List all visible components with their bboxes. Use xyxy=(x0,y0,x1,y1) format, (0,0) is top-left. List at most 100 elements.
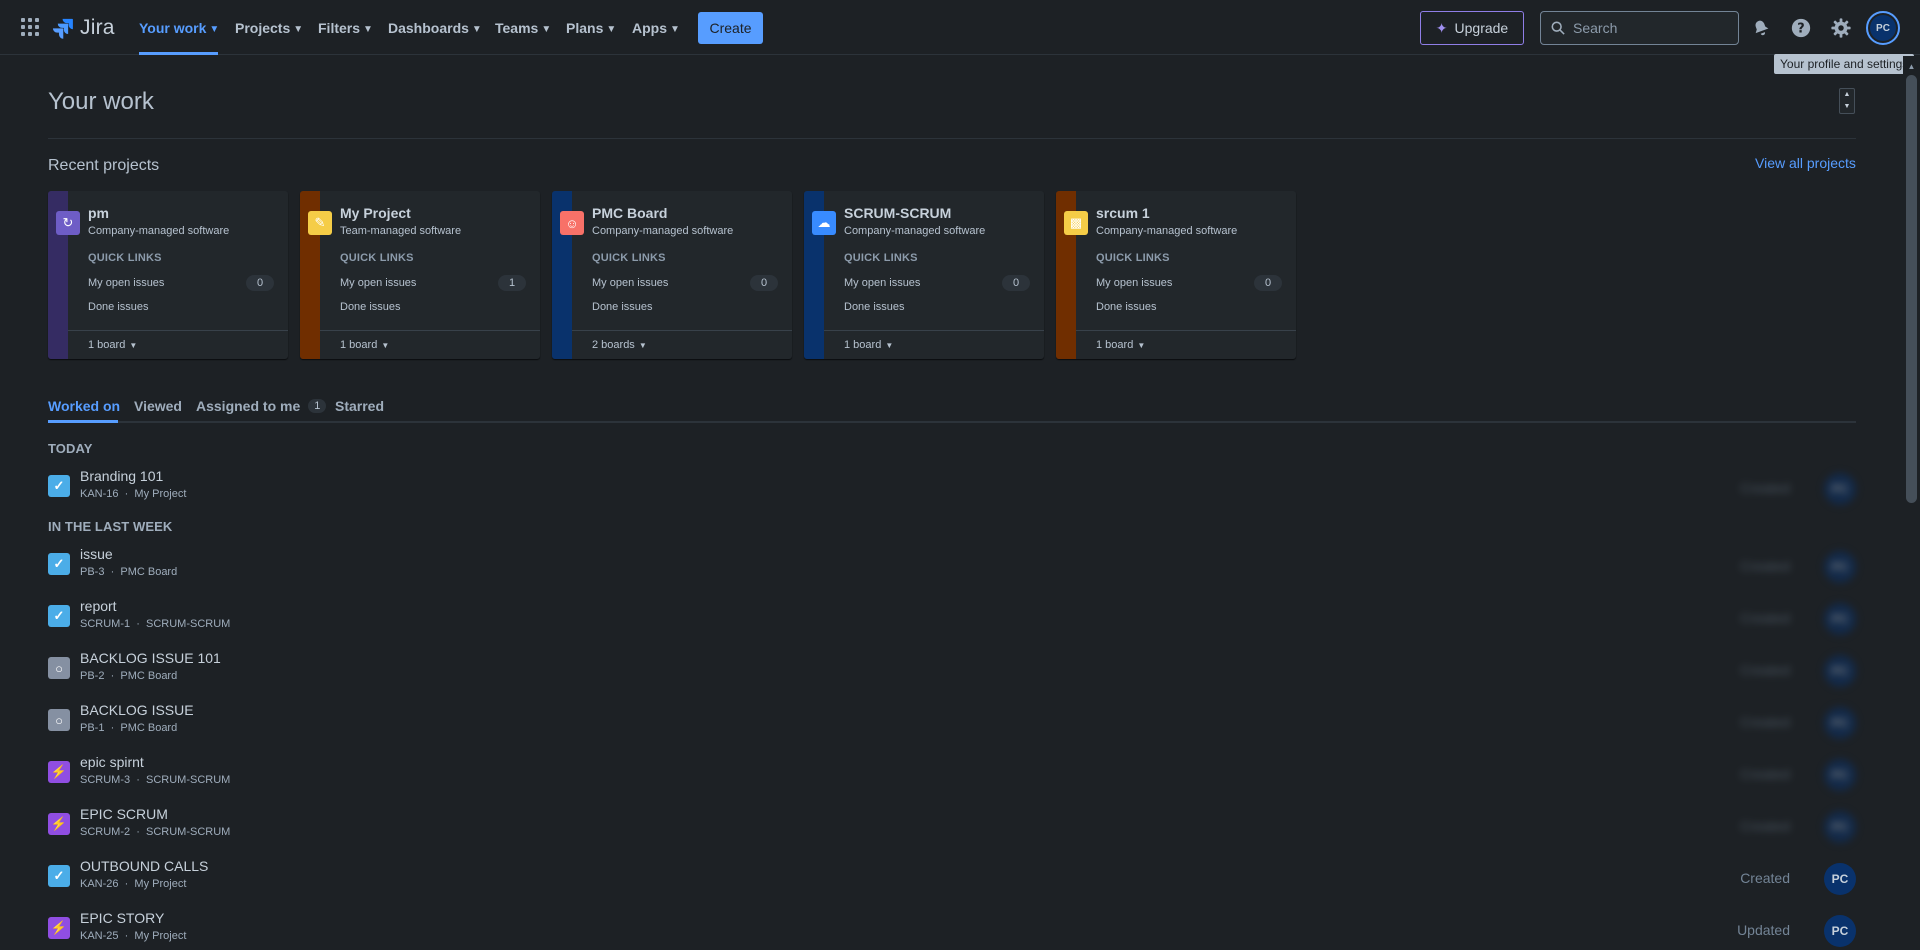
project-card[interactable]: ☺ PMC Board Company-managed software QUI… xyxy=(552,191,792,359)
project-name[interactable]: pm xyxy=(88,205,109,221)
work-item-row[interactable]: ✓ issue PB-3 · PMC Board Created PC xyxy=(48,546,1856,586)
boards-label: 1 board xyxy=(340,339,378,351)
nav-projects[interactable]: Projects ▼ xyxy=(235,17,303,39)
nav-projects-label: Projects xyxy=(235,20,291,36)
tab-starred[interactable]: Starred xyxy=(335,398,384,414)
view-all-projects-link[interactable]: View all projects xyxy=(1755,155,1856,171)
tab-assigned-to-me[interactable]: Assigned to me 1 xyxy=(196,398,327,414)
project-name[interactable]: SCRUM-SCRUM xyxy=(844,205,951,221)
profile-avatar[interactable]: PC xyxy=(1866,11,1900,45)
work-item-title[interactable]: report xyxy=(80,598,117,614)
nav-teams[interactable]: Teams ▼ xyxy=(495,17,551,39)
project-name[interactable]: My Project xyxy=(340,205,411,221)
project-card[interactable]: ↻ pm Company-managed software QUICK LINK… xyxy=(48,191,288,359)
app-switcher-icon[interactable] xyxy=(21,18,39,36)
project-name[interactable]: srcum 1 xyxy=(1096,205,1150,221)
work-item-avatar: PC xyxy=(1824,915,1856,947)
work-item-title[interactable]: EPIC SCRUM xyxy=(80,806,168,822)
work-item-title[interactable]: BACKLOG ISSUE 101 xyxy=(80,650,221,666)
upgrade-button[interactable]: ✦ Upgrade xyxy=(1420,11,1524,45)
nav-dashboards[interactable]: Dashboards ▼ xyxy=(388,17,482,39)
work-item-project: PMC Board xyxy=(120,722,178,734)
work-item-row[interactable]: ⚡ EPIC STORY KAN-25 · My Project Updated… xyxy=(48,910,1856,950)
work-item-row[interactable]: ⚡ epic spirnt SCRUM-3 · SCRUM-SCRUM Crea… xyxy=(48,754,1856,794)
my-open-issues-link[interactable]: My open issues xyxy=(1096,277,1172,289)
work-item-key: KAN-25 xyxy=(80,930,119,942)
scroll-up-icon[interactable]: ▲ xyxy=(1903,58,1920,75)
settings-icon[interactable] xyxy=(1829,16,1853,40)
search-field[interactable] xyxy=(1540,11,1739,45)
project-type: Company-managed software xyxy=(592,225,734,237)
chevron-down-icon: ▼ xyxy=(363,23,373,35)
profile-tooltip: Your profile and settings xyxy=(1774,54,1915,74)
project-card[interactable]: ☁ SCRUM-SCRUM Company-managed software Q… xyxy=(804,191,1044,359)
done-issues-link[interactable]: Done issues xyxy=(592,301,653,313)
tab-worked-on[interactable]: Worked on xyxy=(48,398,120,414)
my-open-issues-link[interactable]: My open issues xyxy=(88,277,164,289)
my-project-icon: ✎ xyxy=(308,211,332,235)
boards-dropdown[interactable]: 1 board ▼ xyxy=(844,339,893,351)
work-item-action: Created xyxy=(1740,662,1790,678)
search-input[interactable] xyxy=(1573,20,1723,36)
create-button[interactable]: Create xyxy=(698,12,763,44)
open-issues-count-badge: 0 xyxy=(750,275,778,291)
chevron-down-icon: ▼ xyxy=(606,23,617,35)
work-item-meta: PB-3 · PMC Board xyxy=(80,566,178,578)
mini-scroll-stepper[interactable]: ▲ ▼ xyxy=(1839,88,1855,114)
work-item-row[interactable]: ✓ Branding 101 KAN-16 · My Project Creat… xyxy=(48,468,1856,508)
divider xyxy=(48,138,1856,139)
boards-label: 1 board xyxy=(844,339,882,351)
work-item-title[interactable]: EPIC STORY xyxy=(80,910,164,926)
work-item-row[interactable]: ⚡ EPIC SCRUM SCRUM-2 · SCRUM-SCRUM Creat… xyxy=(48,806,1856,846)
work-item-key: SCRUM-1 xyxy=(80,618,131,630)
jira-logo[interactable]: Jira xyxy=(52,15,115,41)
work-item-action: Created xyxy=(1740,610,1790,626)
card-divider xyxy=(1076,330,1296,331)
done-issues-link[interactable]: Done issues xyxy=(1096,301,1157,313)
chevron-down-icon: ▼ xyxy=(541,23,552,35)
nav-your-work[interactable]: Your work ▼ xyxy=(139,17,219,39)
work-item-title[interactable]: epic spirnt xyxy=(80,754,144,770)
boards-label: 2 boards xyxy=(592,339,635,351)
quick-links-heading: QUICK LINKS xyxy=(88,252,162,264)
boards-dropdown[interactable]: 2 boards ▼ xyxy=(592,339,647,351)
work-item-title[interactable]: OUTBOUND CALLS xyxy=(80,858,208,874)
done-issues-link[interactable]: Done issues xyxy=(88,301,149,313)
done-issues-link[interactable]: Done issues xyxy=(340,301,401,313)
work-item-project: SCRUM-SCRUM xyxy=(146,618,231,630)
assigned-count-badge: 1 xyxy=(308,399,327,413)
nav-your-work-label: Your work xyxy=(139,20,207,36)
srcum-project-icon: ▩ xyxy=(1064,211,1088,235)
help-icon[interactable]: ? xyxy=(1789,16,1813,40)
scrollbar-thumb[interactable] xyxy=(1906,75,1917,503)
quick-links-heading: QUICK LINKS xyxy=(1096,252,1170,264)
work-item-row[interactable]: ✓ report SCRUM-1 · SCRUM-SCRUM Created P… xyxy=(48,598,1856,638)
work-item-row[interactable]: ○ BACKLOG ISSUE 101 PB-2 · PMC Board Cre… xyxy=(48,650,1856,690)
chevron-down-icon: ▼ xyxy=(1137,340,1146,350)
project-name[interactable]: PMC Board xyxy=(592,205,667,221)
done-issues-link[interactable]: Done issues xyxy=(844,301,905,313)
my-open-issues-link[interactable]: My open issues xyxy=(340,277,416,289)
work-item-row[interactable]: ○ BACKLOG ISSUE PB-1 · PMC Board Created… xyxy=(48,702,1856,742)
work-item-key: PB-2 xyxy=(80,670,105,682)
my-open-issues-link[interactable]: My open issues xyxy=(592,277,668,289)
tab-viewed[interactable]: Viewed xyxy=(134,398,182,414)
notifications-icon[interactable] xyxy=(1749,16,1773,40)
nav-plans[interactable]: Plans ▼ xyxy=(566,17,616,39)
active-tab-indicator xyxy=(48,420,118,423)
nav-apps[interactable]: Apps ▼ xyxy=(632,17,680,39)
svg-text:?: ? xyxy=(1797,22,1804,37)
project-card[interactable]: ✎ My Project Team-managed software QUICK… xyxy=(300,191,540,359)
work-item-row[interactable]: ✓ OUTBOUND CALLS KAN-26 · My Project Cre… xyxy=(48,858,1856,898)
boards-dropdown[interactable]: 1 board ▼ xyxy=(340,339,389,351)
project-card[interactable]: ▩ srcum 1 Company-managed software QUICK… xyxy=(1056,191,1296,359)
work-item-title[interactable]: Branding 101 xyxy=(80,468,163,484)
boards-dropdown[interactable]: 1 board ▼ xyxy=(1096,339,1145,351)
work-item-title[interactable]: issue xyxy=(80,546,113,562)
my-open-issues-link[interactable]: My open issues xyxy=(844,277,920,289)
work-item-meta: KAN-25 · My Project xyxy=(80,930,187,942)
work-item-title[interactable]: BACKLOG ISSUE xyxy=(80,702,194,718)
nav-plans-label: Plans xyxy=(566,20,604,36)
boards-dropdown[interactable]: 1 board ▼ xyxy=(88,339,137,351)
nav-filters[interactable]: Filters ▼ xyxy=(318,17,373,39)
